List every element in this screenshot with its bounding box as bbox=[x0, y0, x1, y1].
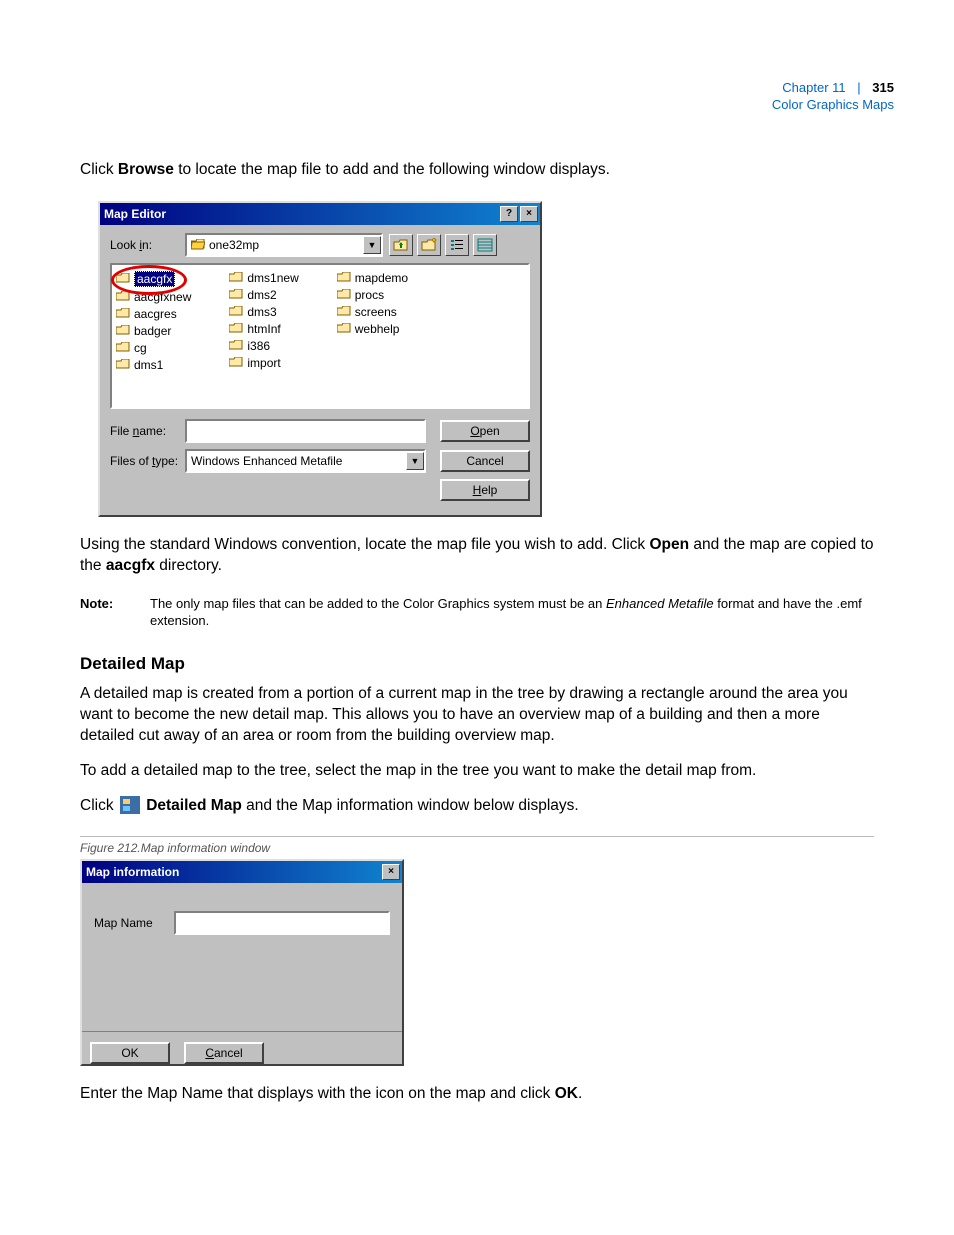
cancel-button[interactable]: Cancel bbox=[184, 1042, 264, 1064]
paragraph-2: Using the standard Windows convention, l… bbox=[80, 535, 874, 577]
paragraph-5: Click Detailed Map and the Map informati… bbox=[80, 796, 874, 817]
figure-caption: Figure 212.Map information window bbox=[80, 836, 874, 855]
map-name-label: Map Name bbox=[94, 916, 174, 930]
note-label: Note: bbox=[80, 595, 150, 630]
chevron-down-icon[interactable]: ▼ bbox=[363, 236, 381, 254]
folder-item[interactable]: cg bbox=[116, 341, 191, 355]
close-icon[interactable]: × bbox=[520, 206, 538, 222]
file-name-input[interactable] bbox=[185, 419, 426, 443]
lookin-select[interactable]: one32mp ▼ bbox=[185, 233, 383, 257]
folder-item[interactable]: dms3 bbox=[229, 305, 298, 319]
help-icon[interactable]: ? bbox=[500, 206, 518, 222]
section-label: Color Graphics Maps bbox=[772, 97, 894, 114]
folder-item[interactable]: import bbox=[229, 356, 298, 370]
new-folder-icon[interactable] bbox=[417, 234, 441, 256]
folder-item[interactable]: aacgfxnew bbox=[116, 290, 191, 304]
ok-button[interactable]: OK bbox=[90, 1042, 170, 1064]
file-name-label: File name: bbox=[110, 424, 185, 438]
close-icon[interactable]: × bbox=[382, 864, 400, 880]
lookin-label: Look in: bbox=[110, 238, 185, 252]
map-editor-dialog: Map Editor ? × Look in: one32mp ▼ bbox=[98, 201, 542, 517]
note-block: Note: The only map files that can be add… bbox=[80, 595, 874, 630]
paragraph-6: Enter the Map Name that displays with th… bbox=[80, 1084, 874, 1105]
section-heading: Detailed Map bbox=[80, 654, 874, 674]
folder-item[interactable]: aacgres bbox=[116, 307, 191, 321]
file-type-select[interactable]: Windows Enhanced Metafile ▼ bbox=[185, 449, 426, 473]
folder-item[interactable]: i386 bbox=[229, 339, 298, 353]
titlebar[interactable]: Map information × bbox=[82, 861, 402, 883]
page-header: Chapter 11 | 315 Color Graphics Maps bbox=[772, 80, 894, 114]
folder-item[interactable]: dms1new bbox=[229, 271, 298, 285]
chapter-label: Chapter 11 bbox=[782, 80, 845, 95]
titlebar[interactable]: Map Editor ? × bbox=[100, 203, 540, 225]
paragraph-3: A detailed map is created from a portion… bbox=[80, 684, 874, 747]
detailed-map-icon bbox=[120, 796, 140, 814]
folder-item[interactable]: mapdemo bbox=[337, 271, 408, 285]
map-information-dialog: Map information × Map Name OK Cancel bbox=[80, 859, 404, 1066]
folder-item[interactable]: dms2 bbox=[229, 288, 298, 302]
file-type-label: Files of type: bbox=[110, 454, 185, 468]
help-button[interactable]: Help bbox=[440, 479, 530, 501]
chevron-down-icon[interactable]: ▼ bbox=[406, 452, 424, 470]
folder-item[interactable]: htmInf bbox=[229, 322, 298, 336]
up-folder-icon[interactable] bbox=[389, 234, 413, 256]
file-list[interactable]: aacgfx aacgfxnew aacgres badger cg dms1 … bbox=[110, 263, 530, 409]
folder-item[interactable]: procs bbox=[337, 288, 408, 302]
list-view-icon[interactable] bbox=[445, 234, 469, 256]
dialog-title: Map information bbox=[86, 865, 179, 879]
dialog-title: Map Editor bbox=[104, 207, 166, 221]
folder-item[interactable]: dms1 bbox=[116, 358, 191, 372]
cancel-button[interactable]: Cancel bbox=[440, 450, 530, 472]
open-button[interactable]: Open bbox=[440, 420, 530, 442]
folder-item[interactable]: badger bbox=[116, 324, 191, 338]
paragraph-4: To add a detailed map to the tree, selec… bbox=[80, 761, 874, 782]
folder-item[interactable]: webhelp bbox=[337, 322, 408, 336]
open-folder-icon bbox=[191, 239, 205, 250]
page-number: 315 bbox=[872, 80, 894, 95]
details-view-icon[interactable] bbox=[473, 234, 497, 256]
folder-item[interactable]: aacgfx bbox=[116, 271, 191, 287]
intro-paragraph-1: Click Browse to locate the map file to a… bbox=[80, 160, 874, 181]
folder-item[interactable]: screens bbox=[337, 305, 408, 319]
map-name-input[interactable] bbox=[174, 911, 390, 935]
